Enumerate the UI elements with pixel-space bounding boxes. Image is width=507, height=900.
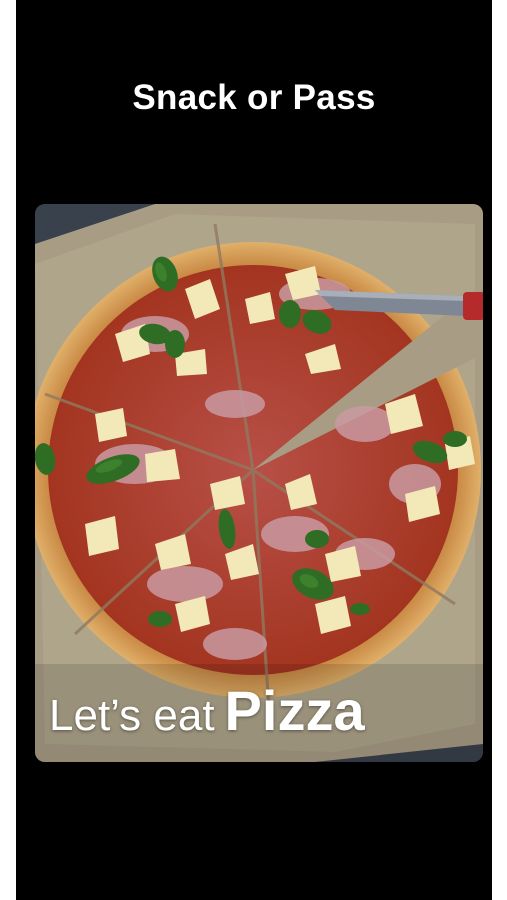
caption-lead: Let’s eat <box>49 691 215 740</box>
app-screen: Snack or Pass Let’s eat Pizza <box>16 0 492 900</box>
food-caption: Let’s eat Pizza <box>49 678 365 743</box>
food-card[interactable]: Let’s eat Pizza <box>35 204 483 762</box>
app-title: Snack or Pass <box>132 78 376 117</box>
food-name: Pizza <box>224 679 365 742</box>
